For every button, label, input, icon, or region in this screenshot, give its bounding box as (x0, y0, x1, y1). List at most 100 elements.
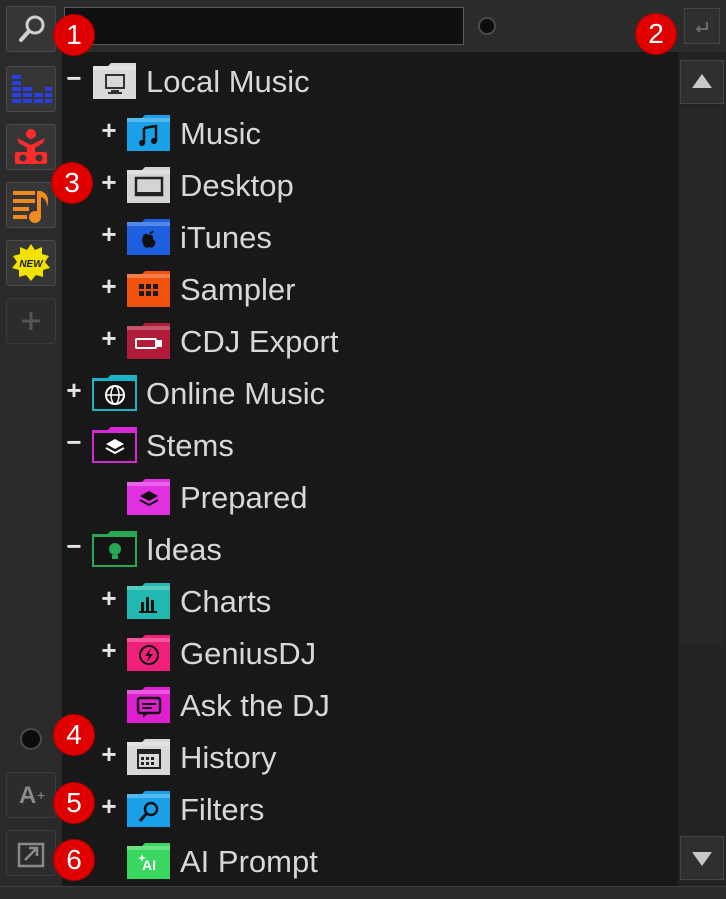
tree-item-label: Ideas (146, 532, 222, 567)
zoom-knob[interactable] (20, 728, 42, 750)
new-badge-icon: NEW (12, 244, 50, 281)
stems-layers-folder-icon (126, 478, 172, 516)
expand-toggle[interactable]: + (97, 738, 121, 770)
magnifier-icon (19, 15, 45, 42)
expand-toggle[interactable]: + (97, 218, 121, 250)
bottom-bar (0, 886, 726, 899)
tree-item-label: Ask the DJ (180, 688, 330, 723)
tree-item-label: AI Prompt (180, 844, 318, 879)
expand-toggle[interactable]: + (97, 322, 121, 354)
folder-tree: − Local Music + Music + Desktop + iTunes + Sample… (62, 52, 678, 886)
desktop-folder-icon (126, 166, 172, 204)
scroll-up-button[interactable] (680, 60, 724, 104)
globe-folder-icon (92, 374, 138, 412)
tree-item[interactable]: + Online Music (62, 366, 678, 418)
tree-item-label: Desktop (180, 168, 294, 203)
dj-robot-icon (15, 129, 47, 164)
add-sideview-button[interactable] (6, 298, 56, 344)
tree-item-label: iTunes (180, 220, 272, 255)
callout-badge-1: 1 (54, 15, 94, 55)
search-options-knob[interactable] (478, 17, 496, 35)
lightbulb-folder-icon (92, 530, 138, 568)
sampler-folder-icon (126, 270, 172, 308)
tree-item-label: Charts (180, 584, 272, 619)
callout-badge-3: 3 (52, 163, 92, 203)
stems-folder-icon (92, 426, 138, 464)
playlist-note-icon (13, 191, 49, 223)
tree-item-label: Local Music (146, 64, 310, 99)
triangle-up-icon (692, 74, 712, 88)
tree-item-label: Stems (146, 428, 234, 463)
music-note-folder-icon (126, 114, 172, 152)
tree-item[interactable]: + Desktop (62, 158, 678, 210)
tree-item[interactable]: − Ideas (62, 522, 678, 574)
popout-browser-button[interactable] (6, 830, 56, 876)
filter-folder-icon (126, 790, 172, 828)
tree-item[interactable]: − Stems (62, 418, 678, 470)
browser-topbar (62, 0, 726, 52)
ai-folder-icon: AI (126, 842, 172, 880)
svg-text:AI: AI (142, 857, 156, 873)
tree-item[interactable]: Ask the DJ (62, 678, 678, 730)
expand-toggle[interactable]: + (97, 634, 121, 666)
computer-folder-icon (92, 62, 138, 100)
callout-badge-6: 6 (54, 840, 94, 880)
back-button[interactable] (684, 8, 720, 44)
tree-item[interactable]: AI AI Prompt (62, 834, 678, 886)
expand-toggle[interactable]: + (97, 114, 121, 146)
expand-toggle[interactable]: + (97, 582, 121, 614)
scroll-down-button[interactable] (680, 836, 724, 880)
expand-toggle[interactable]: + (97, 270, 121, 302)
tree-item-label: History (180, 740, 277, 775)
tree-item-label: GeniusDJ (180, 636, 317, 671)
karaoke-list-button[interactable] (6, 182, 56, 228)
expand-toggle[interactable]: + (97, 790, 121, 822)
collapse-toggle[interactable]: − (62, 426, 86, 458)
collapse-toggle[interactable]: − (62, 62, 86, 94)
popout-icon (17, 842, 45, 868)
svg-text:NEW: NEW (19, 259, 44, 270)
tree-item[interactable]: − Local Music (62, 54, 678, 106)
tree-item[interactable]: + GeniusDJ (62, 626, 678, 678)
tree-item[interactable]: + iTunes (62, 210, 678, 262)
apple-folder-icon (126, 218, 172, 256)
tree-item[interactable]: + History (62, 730, 678, 782)
scroll-thumb[interactable] (680, 106, 724, 646)
font-size-icon: A (19, 782, 37, 809)
return-arrow-icon (695, 22, 708, 33)
genius-folder-icon (126, 634, 172, 672)
tree-item[interactable]: + CDJ Export (62, 314, 678, 366)
tree-item-label: Music (180, 116, 261, 151)
browser-sidebar: NEW A + (0, 0, 63, 886)
calendar-folder-icon (126, 738, 172, 776)
triangle-down-icon (692, 852, 712, 866)
callout-badge-4: 4 (54, 715, 94, 755)
plus-icon (22, 312, 40, 330)
search-input[interactable] (64, 7, 464, 45)
font-size-plus-icon: + (37, 787, 46, 803)
callout-badge-2: 2 (636, 14, 676, 54)
tree-item[interactable]: Prepared (62, 470, 678, 522)
search-toggle-button[interactable] (6, 6, 56, 52)
chart-folder-icon (126, 582, 172, 620)
tree-item-label: CDJ Export (180, 324, 339, 359)
chat-folder-icon (126, 686, 172, 724)
tree-item-label: Sampler (180, 272, 296, 307)
collapse-toggle[interactable]: − (62, 530, 86, 562)
new-tracks-button[interactable]: NEW (6, 240, 56, 286)
callout-badge-5: 5 (54, 783, 94, 823)
equalizer-icon (12, 75, 52, 103)
text-size-button[interactable]: A + (6, 772, 56, 818)
tree-item[interactable]: + Charts (62, 574, 678, 626)
sidelist-button[interactable] (6, 66, 56, 112)
tree-item-label: Filters (180, 792, 265, 827)
expand-toggle[interactable]: + (62, 374, 86, 406)
usb-folder-icon (126, 322, 172, 360)
automix-button[interactable] (6, 124, 56, 170)
tree-item-label: Online Music (146, 376, 326, 411)
tree-item[interactable]: + Music (62, 106, 678, 158)
expand-toggle[interactable]: + (97, 166, 121, 198)
scrollbar[interactable] (678, 52, 726, 886)
tree-item[interactable]: + Filters (62, 782, 678, 834)
tree-item[interactable]: + Sampler (62, 262, 678, 314)
